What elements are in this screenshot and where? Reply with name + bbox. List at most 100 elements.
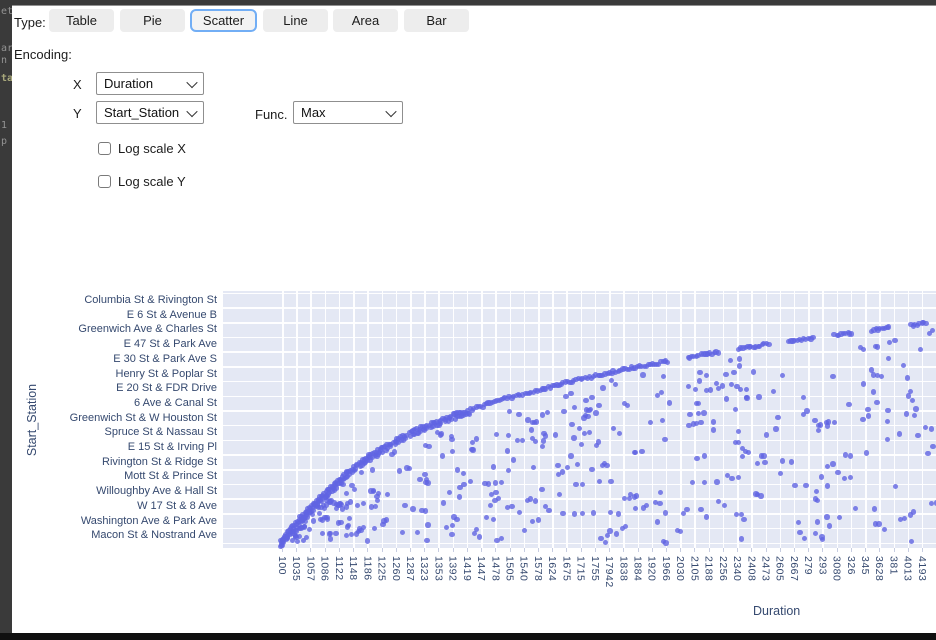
scatter-point	[370, 467, 375, 472]
x-axis-tick	[751, 548, 752, 552]
scatter-point	[310, 512, 315, 517]
scatter-point	[663, 540, 668, 545]
x-axis-tick-label: 2408	[745, 556, 757, 581]
y-axis-tick-label: E 15 St & Irving Pl	[9, 441, 217, 453]
x-axis-tick	[552, 548, 553, 552]
scatter-point	[925, 451, 930, 456]
scatter-point	[580, 511, 585, 516]
scatter-point	[389, 452, 394, 457]
scatter-point	[334, 485, 339, 490]
scatter-point	[575, 462, 580, 467]
background-page-text-fragment: ta	[1, 73, 12, 84]
scatter-point	[813, 531, 818, 536]
scatter-point	[496, 496, 501, 501]
scatter-point	[625, 403, 630, 408]
scatter-point	[736, 429, 741, 434]
type-button-area[interactable]: Area	[333, 9, 398, 32]
scatter-point	[493, 490, 498, 495]
scatter-point	[586, 408, 591, 413]
scatter-point	[603, 540, 608, 545]
gridline-vertical	[510, 291, 512, 548]
gridline-vertical	[766, 291, 768, 548]
x-axis-tick-label: 1057	[304, 556, 316, 581]
gridline-vertical	[680, 291, 682, 548]
scatter-point	[348, 499, 353, 504]
scatter-point	[571, 435, 576, 440]
scatter-point	[830, 374, 835, 379]
scatter-point	[736, 440, 741, 445]
scatter-point	[355, 503, 360, 508]
x-axis-tick-label: 1225	[376, 556, 388, 581]
scatter-point	[892, 338, 897, 343]
gridline-vertical	[723, 291, 725, 548]
background-page-text-fragment: n	[1, 55, 7, 66]
type-button-bar[interactable]: Bar	[404, 9, 469, 32]
scatter-point	[930, 328, 935, 333]
x-axis-tick	[581, 548, 582, 552]
func-select[interactable]: Max	[293, 101, 403, 124]
scatter-point	[711, 427, 716, 432]
log-scale-x-checkbox[interactable]	[98, 142, 111, 155]
scatter-point	[344, 491, 349, 496]
scatter-point	[720, 383, 725, 388]
scatter-point	[507, 409, 512, 414]
x-axis-tick	[310, 548, 311, 552]
scatter-point	[352, 487, 357, 492]
scatter-point	[426, 444, 431, 449]
x-axis-tick-label: 1966	[660, 556, 672, 581]
gridline-vertical	[751, 291, 753, 548]
scatter-point	[457, 494, 462, 499]
y-axis-tick-label: 6 Ave & Canal St	[9, 397, 217, 409]
scatter-point	[818, 422, 823, 427]
scatter-point	[385, 492, 390, 497]
scatter-point	[761, 453, 766, 458]
scatter-point	[879, 374, 884, 379]
scatter-point	[461, 471, 466, 476]
scatter-point	[923, 321, 928, 326]
scatter-point	[766, 342, 771, 347]
type-button-line[interactable]: Line	[263, 9, 328, 32]
x-axis-tick	[894, 548, 895, 552]
y-field-select[interactable]: Start_Station	[96, 101, 204, 124]
scatter-point	[837, 515, 842, 520]
scatter-point	[741, 517, 746, 522]
gridline-vertical	[595, 291, 597, 548]
type-button-scatter[interactable]: Scatter	[190, 9, 257, 32]
scatter-point	[687, 412, 692, 417]
scatter-point	[778, 471, 783, 476]
type-button-table[interactable]: Table	[49, 9, 114, 32]
x-axis-tick-label: 1624	[546, 556, 558, 581]
scatter-point	[697, 370, 702, 375]
scatter-point	[842, 476, 847, 481]
scatter-point	[801, 395, 806, 400]
x-field-select[interactable]: Duration	[96, 72, 204, 95]
scatter-point	[572, 511, 577, 516]
scatter-point	[491, 464, 496, 469]
scatter-point	[560, 469, 565, 474]
scatter-point	[923, 425, 928, 430]
scatter-point	[702, 453, 707, 458]
log-scale-y-checkbox[interactable]	[98, 175, 111, 188]
scatter-point	[885, 419, 890, 424]
scatter-point	[474, 436, 479, 441]
x-axis-tick	[424, 548, 425, 552]
scatter-point	[734, 384, 739, 389]
scatter-point	[369, 504, 374, 509]
scatter-point	[704, 514, 709, 519]
scatter-point	[580, 482, 585, 487]
scatter-point	[739, 536, 744, 541]
scatter-point	[698, 507, 703, 512]
scatter-point	[345, 524, 350, 529]
type-button-pie[interactable]: Pie	[120, 9, 185, 32]
scatter-point	[334, 502, 339, 507]
x-axis-tick-label: 1148	[347, 556, 359, 581]
x-axis-tick	[595, 548, 596, 552]
scatter-point	[816, 428, 821, 433]
x-axis-tick-label: 2188	[703, 556, 715, 581]
scatter-point	[593, 410, 598, 415]
y-axis-tick-label: Columbia St & Rivington St	[9, 294, 217, 306]
x-axis-tick	[339, 548, 340, 552]
scatter-point	[454, 517, 459, 522]
x-axis-tick-label: 2030	[674, 556, 686, 581]
scatter-point	[848, 453, 853, 458]
